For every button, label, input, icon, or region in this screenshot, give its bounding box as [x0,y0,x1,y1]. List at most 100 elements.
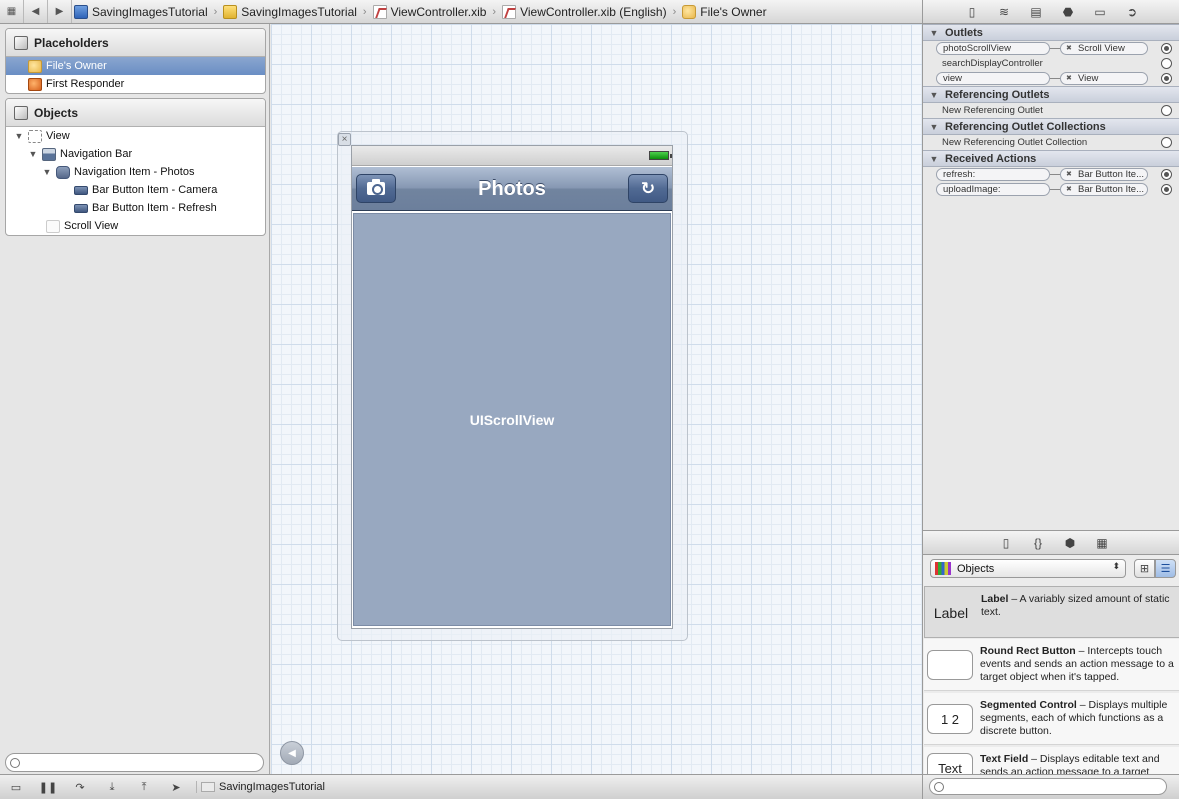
outlet-row-searchdisplaycontroller[interactable]: searchDisplayController [923,56,1179,71]
connection-dot-icon[interactable] [1161,137,1172,148]
pause-icon[interactable]: ❚❚ [32,775,64,799]
outlet-name: view [936,72,1050,85]
list-view-button[interactable]: ☰ [1155,559,1176,578]
file-template-icon[interactable]: ▯ [997,534,1015,552]
document-outline-dock: Placeholders File's Owner First Responde… [0,24,270,774]
breadcrumb-files-owner[interactable]: File's Owner [680,0,770,23]
outline-item-first-responder[interactable]: First Responder [6,75,265,93]
code-snippet-icon[interactable]: {} [1029,534,1047,552]
outlet-row-photoscrollview[interactable]: photoScrollView Scroll View [923,41,1179,56]
outline-item-label: Navigation Item - Photos [74,166,195,178]
interface-builder-canvas[interactable]: × Photos ↻ UIScrollView ◀ [271,24,922,774]
scheme-selector[interactable]: SavingImagesTutorial [196,781,325,793]
disclosure-triangle-icon[interactable]: ▼ [42,167,52,177]
step-over-icon[interactable]: ↷ [64,775,96,799]
scroll-view[interactable]: UIScrollView [353,213,671,626]
disclosure-triangle-icon[interactable]: ▼ [929,154,939,164]
outline-item-bar-button-camera[interactable]: Bar Button Item - Camera [6,181,265,199]
file-inspector-icon[interactable]: ▯ [963,3,981,21]
action-target[interactable]: Bar Button Ite... [1060,183,1148,196]
connection-dot-icon[interactable] [1161,43,1172,54]
row-label: New Referencing Outlet [942,105,1043,116]
outlet-target[interactable]: View [1060,72,1148,85]
action-row-refresh[interactable]: refresh: Bar Button Ite... [923,167,1179,182]
new-referencing-outlet-row[interactable]: New Referencing Outlet [923,103,1179,118]
library-item-text-field[interactable]: Text Text Field – Displays editable text… [924,747,1179,775]
identity-inspector-icon[interactable]: ▤ [1027,3,1045,21]
outline-item-view[interactable]: ▼ View [6,127,265,145]
camera-bar-button[interactable] [356,174,396,203]
quick-help-icon[interactable]: ≋ [995,3,1013,21]
refresh-bar-button[interactable]: ↻ [628,174,668,203]
library-filter-bar [922,774,1179,799]
related-items-icon[interactable]: ▦ [0,0,24,23]
text-field-thumbnail: Text [927,753,973,775]
object-library-icon[interactable]: ⬢ [1061,534,1079,552]
navigation-title: Photos [478,178,546,200]
breadcrumb-xib-english[interactable]: ViewController.xib (English) › [500,0,680,23]
hide-debug-area-icon[interactable]: ▭ [0,775,32,799]
grid-view-button[interactable]: ⊞ [1134,559,1155,578]
library-item-segmented-control[interactable]: 1 2 Segmented Control – Displays multipl… [924,693,1179,745]
connections-inspector-icon[interactable]: ➲ [1123,3,1141,21]
scheme-label: SavingImagesTutorial [219,781,325,793]
outlet-target[interactable]: Scroll View [1060,42,1148,55]
outline-item-navigation-item[interactable]: ▼ Navigation Item - Photos [6,163,265,181]
outline-item-bar-button-refresh[interactable]: Bar Button Item - Refresh [6,199,265,217]
action-target[interactable]: Bar Button Ite... [1060,168,1148,181]
attributes-inspector-icon[interactable]: ⬣ [1059,3,1077,21]
received-actions-header[interactable]: ▼ Received Actions [923,150,1179,167]
library-item-description: Text Field – Displays editable text and … [980,753,1179,775]
disclosure-triangle-icon[interactable]: ▼ [14,131,24,141]
disclosure-triangle-icon[interactable]: ▼ [929,28,939,38]
library-filter-field[interactable] [929,778,1167,795]
outline-item-files-owner[interactable]: File's Owner [6,57,265,75]
collapse-dock-arrow-icon[interactable]: ◀ [280,741,304,765]
disclosure-triangle-icon[interactable]: ▼ [929,90,939,100]
location-arrow-icon[interactable]: ➤ [160,775,192,799]
close-icon[interactable]: × [338,133,351,146]
scroll-view-label: UIScrollView [469,411,555,428]
library-item-label[interactable]: Label Label – A variably sized amount of… [924,586,1179,638]
forward-arrow-icon[interactable]: ▶ [48,0,72,23]
outline-item-navigation-bar[interactable]: ▼ Navigation Bar [6,145,265,163]
breadcrumb-xib[interactable]: ViewController.xib › [371,0,501,23]
navigation-bar[interactable]: Photos ↻ [352,167,672,211]
action-row-uploadimage[interactable]: uploadImage: Bar Button Ite... [923,182,1179,197]
library-item-description: Label – A variably sized amount of stati… [981,593,1179,619]
action-name: refresh: [936,168,1050,181]
outline-filter-field[interactable] [5,753,264,772]
connection-dot-icon[interactable] [1161,73,1172,84]
connection-line [1050,189,1060,190]
outlets-section-header[interactable]: ▼ Outlets [923,24,1179,41]
breadcrumb-project[interactable]: SavingImagesTutorial › [72,0,221,23]
disclosure-triangle-icon[interactable]: ▼ [28,149,38,159]
view-icon [28,129,42,143]
referencing-outlets-header[interactable]: ▼ Referencing Outlets [923,86,1179,103]
iphone-view[interactable]: Photos ↻ UIScrollView [351,145,673,629]
media-library-icon[interactable]: ▦ [1093,534,1111,552]
connection-dot-icon[interactable] [1161,58,1172,69]
library-item-text: – A variably sized amount of static text… [981,593,1170,618]
cube-icon [682,4,697,19]
connection-dot-icon[interactable] [1161,184,1172,195]
size-inspector-icon[interactable]: ▭ [1091,3,1109,21]
outlet-row-view[interactable]: view View [923,71,1179,86]
filter-search-icon [10,757,20,768]
disclosure-triangle-icon[interactable]: ▼ [929,122,939,132]
step-out-icon[interactable]: ⤒ [128,775,160,799]
breadcrumb-label: SavingImagesTutorial [241,4,357,19]
outline-item-label: Scroll View [64,220,119,232]
library-item-round-rect-button[interactable]: Round Rect Button – Intercepts touch eve… [924,639,1179,691]
connection-dot-icon[interactable] [1161,105,1172,116]
step-into-icon[interactable]: ⤓ [96,775,128,799]
new-referencing-collection-row[interactable]: New Referencing Outlet Collection [923,135,1179,150]
section-title: Received Actions [945,152,1037,165]
xib-file-icon [502,4,517,19]
outline-item-scroll-view[interactable]: Scroll View [6,217,265,235]
referencing-collections-header[interactable]: ▼ Referencing Outlet Collections [923,118,1179,135]
back-arrow-icon[interactable]: ◀ [24,0,48,23]
breadcrumb-folder[interactable]: SavingImagesTutorial › [221,0,370,23]
library-category-select[interactable]: Objects ⬍ [930,559,1126,578]
connection-dot-icon[interactable] [1161,169,1172,180]
